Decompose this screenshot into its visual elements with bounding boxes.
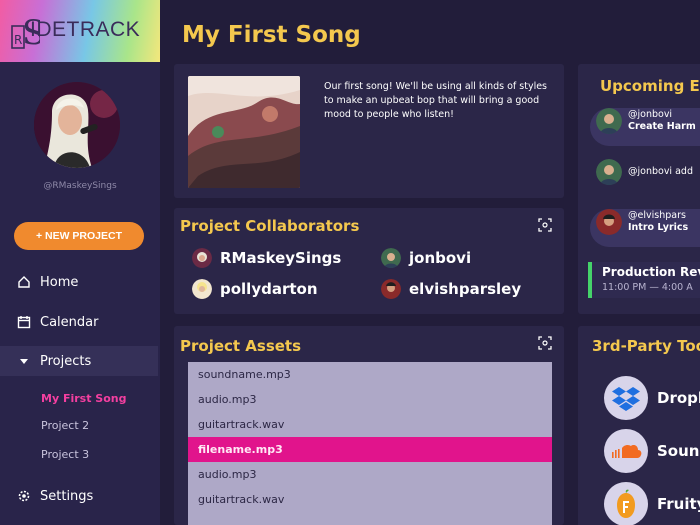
production-event[interactable]: Production Rev 11:00 PM — 4:00 A xyxy=(588,262,700,298)
event-text: @jonbovi Create Harm xyxy=(628,109,696,133)
asset-row[interactable]: soundname.mp3 xyxy=(188,362,552,387)
collaborator-name: RMaskeySings xyxy=(220,249,342,267)
expand-icon[interactable] xyxy=(538,336,552,350)
collaborator-jonbovi[interactable]: jonbovi xyxy=(381,248,471,268)
asset-row[interactable]: guitartrack.wav xyxy=(188,487,552,512)
production-time: 11:00 PM — 4:00 A xyxy=(602,282,693,293)
project-description: Our first song! We'll be using all kinds… xyxy=(324,81,548,120)
collaborator-pollydarton[interactable]: pollydarton xyxy=(192,279,318,299)
collaborator-rmaskeysings[interactable]: RMaskeySings xyxy=(192,248,341,268)
avatar xyxy=(596,209,622,235)
project-link-project-2[interactable]: Project 2 xyxy=(41,419,89,432)
logo-text: IDETRACK xyxy=(30,18,141,41)
profile-photo xyxy=(34,82,120,168)
event-title: Create Harm xyxy=(628,121,696,132)
tool-fruity-loops[interactable]: Fruity xyxy=(604,482,700,525)
sidebar-item-home[interactable]: Home xyxy=(0,267,158,297)
gear-icon xyxy=(16,488,32,504)
asset-row[interactable]: audio.mp3 xyxy=(188,462,552,487)
collaborator-name: elvishparsley xyxy=(409,280,522,298)
sidebar-item-settings[interactable]: Settings xyxy=(0,481,158,511)
expand-icon[interactable] xyxy=(538,218,552,232)
project-assets-card: Project Assets soundname.mp3 audio.mp3 g… xyxy=(174,326,564,525)
event-user: @jonbovi xyxy=(628,109,673,120)
event-item[interactable]: @elvishpars Intro Lyrics xyxy=(590,209,700,247)
sidebar-item-calendar[interactable]: Calendar xyxy=(0,307,158,337)
sidetrack-logo[interactable]: R S IDETRACK xyxy=(0,0,160,62)
upcoming-events-card: Upcoming Ev @jonbovi Create Harm @jonbov… xyxy=(578,64,700,314)
album-art-image xyxy=(188,76,300,188)
avatar xyxy=(381,279,401,299)
tool-dropbox[interactable]: Dropb xyxy=(604,376,700,420)
project-overview-card: Our first song! We'll be using all kinds… xyxy=(174,64,564,198)
collaborators-title: Project Collaborators xyxy=(180,217,360,235)
asset-row[interactable]: audio.mp3 xyxy=(188,387,552,412)
soundcloud-icon xyxy=(604,429,648,473)
sidebar-item-label: Home xyxy=(40,274,79,290)
profile-handle: @RMaskeySings xyxy=(43,181,117,191)
sidebar-item-label: Projects xyxy=(40,353,92,369)
tools-title: 3rd-Party Too xyxy=(592,337,700,355)
avatar xyxy=(192,248,212,268)
home-icon xyxy=(16,274,32,290)
avatar xyxy=(596,108,622,134)
assets-title: Project Assets xyxy=(180,337,302,355)
avatar xyxy=(381,248,401,268)
event-text: @jonbovi add xyxy=(628,166,693,177)
caret-down-icon xyxy=(16,353,32,369)
event-user: @elvishpars xyxy=(628,210,686,221)
production-title: Production Rev xyxy=(602,265,700,279)
tool-name: Dropb xyxy=(657,389,700,407)
new-project-button[interactable]: + NEW PROJECT xyxy=(14,222,144,250)
page-title: My First Song xyxy=(182,22,361,48)
third-party-tools-card: 3rd-Party Too Dropb Sound Fruity xyxy=(578,326,700,525)
sidebar-item-label: Settings xyxy=(40,488,94,504)
event-item[interactable]: @jonbovi Create Harm xyxy=(590,108,700,146)
tool-name: Sound xyxy=(657,442,700,460)
collaborator-elvishparsley[interactable]: elvishparsley xyxy=(381,279,521,299)
event-title: Intro Lyrics xyxy=(628,222,689,233)
tool-name: Fruity xyxy=(657,495,700,513)
asset-row-selected[interactable]: filename.mp3 xyxy=(188,437,552,462)
tool-soundcloud[interactable]: Sound xyxy=(604,429,700,473)
sidebar-item-label: Calendar xyxy=(40,314,99,330)
collaborators-card: Project Collaborators RMaskeySings jonbo… xyxy=(174,208,564,314)
asset-row[interactable]: guitartrack.wav xyxy=(188,412,552,437)
fruity-loops-icon xyxy=(604,482,648,525)
album-art[interactable] xyxy=(188,76,300,188)
calendar-icon xyxy=(16,314,32,330)
event-text: @elvishpars Intro Lyrics xyxy=(628,210,688,234)
sidebar: R S IDETRACK @RMaskeySings + NEW PROJECT… xyxy=(0,0,160,525)
asset-list: soundname.mp3 audio.mp3 guitartrack.wav … xyxy=(188,362,552,525)
project-link-project-3[interactable]: Project 3 xyxy=(41,448,89,461)
avatar xyxy=(596,159,622,185)
event-item[interactable]: @jonbovi add xyxy=(590,159,700,185)
sidebar-item-projects[interactable]: Projects xyxy=(0,346,158,376)
events-title: Upcoming Ev xyxy=(600,77,700,95)
project-link-my-first-song[interactable]: My First Song xyxy=(41,392,126,405)
profile-avatar[interactable] xyxy=(34,82,120,168)
collaborator-name: pollydarton xyxy=(220,280,318,298)
dropbox-icon xyxy=(604,376,648,420)
collaborator-name: jonbovi xyxy=(409,249,472,267)
avatar xyxy=(192,279,212,299)
